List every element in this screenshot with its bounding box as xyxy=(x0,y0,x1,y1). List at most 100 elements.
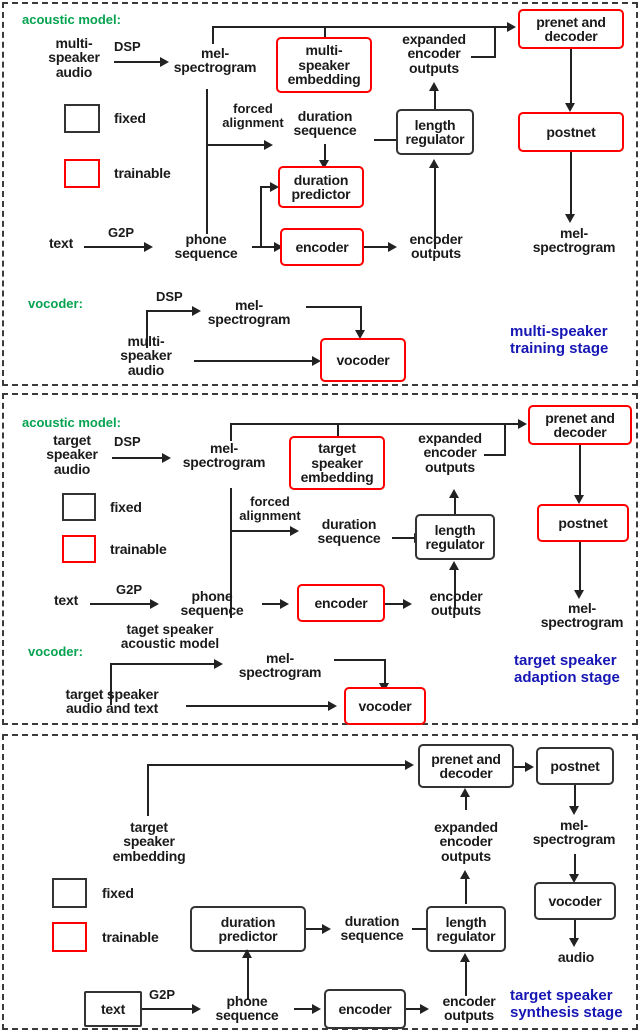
node-line: target speaker xyxy=(65,686,159,702)
legend-swatch-fixed xyxy=(52,878,87,908)
edge-line: acoustic model xyxy=(120,636,220,652)
node-line: predictor xyxy=(291,186,351,202)
node-line: mel- xyxy=(568,600,596,616)
node-output-mel-spectrogram: mel- spectrogram xyxy=(530,601,634,630)
bus-top-to-prenet xyxy=(212,26,509,28)
arrowhead xyxy=(160,57,169,67)
node-line: regulator xyxy=(405,131,465,147)
node-phone-sequence: phone sequence xyxy=(159,232,253,261)
edge-label-g2p: G2P xyxy=(149,987,176,1002)
arrowhead xyxy=(264,140,273,150)
node-line: prenet and xyxy=(536,13,606,30)
edge-label-g2p: G2P xyxy=(108,225,135,240)
node-line: spectrogram xyxy=(532,239,616,256)
node-multi-speaker-embedding[interactable]: multi- speaker embedding xyxy=(276,37,372,93)
node-length-regulator[interactable]: length regulator xyxy=(396,109,474,155)
edge-phone-to-encoder xyxy=(252,246,276,248)
arrowhead xyxy=(192,1004,201,1014)
edge-mel-to-duration-seq xyxy=(206,144,266,146)
edge-phone-to-encoder xyxy=(294,1008,314,1010)
node-target-speaker-embedding[interactable]: target speaker embedding xyxy=(289,436,385,490)
node-line: outputs xyxy=(444,1007,494,1024)
node-multi-speaker-audio: multi- speaker audio xyxy=(24,36,124,80)
stage-label-training: multi-speaker training stage xyxy=(510,323,608,358)
arrowhead xyxy=(420,1004,429,1014)
arrowhead xyxy=(449,489,459,498)
node-expanded-encoder-outputs: expanded encoder outputs xyxy=(400,431,500,475)
node-expanded-encoder-outputs: expanded encoder outputs xyxy=(416,820,516,864)
node-phone-sequence: phone sequence xyxy=(204,994,290,1023)
node-line: spectrogram xyxy=(173,59,257,76)
edge-text-to-phone xyxy=(90,603,152,605)
node-postnet[interactable]: postnet xyxy=(518,112,624,152)
node-line: target xyxy=(53,432,91,448)
legend-label-fixed: fixed xyxy=(110,499,142,515)
arrowhead xyxy=(429,82,439,91)
node-postnet[interactable]: postnet xyxy=(536,747,614,785)
node-length-regulator[interactable]: length regulator xyxy=(426,906,506,952)
node-line: audio xyxy=(53,460,91,477)
arrowhead xyxy=(518,419,527,429)
arrowhead xyxy=(328,701,337,711)
node-vocoder[interactable]: vocoder xyxy=(320,338,406,382)
node-vocoder[interactable]: vocoder xyxy=(534,882,616,920)
legend-label-trainable: trainable xyxy=(110,541,167,557)
edge-line: forced xyxy=(250,494,290,509)
node-line: speaker xyxy=(46,446,98,463)
edge-expanded-up xyxy=(504,423,506,454)
arrowhead xyxy=(312,1004,321,1014)
node-line: length xyxy=(434,521,476,538)
node-encoder[interactable]: encoder xyxy=(297,584,385,622)
node-text: text xyxy=(53,592,79,608)
node-encoder[interactable]: encoder xyxy=(324,989,406,1029)
edge-lengthreg-to-expanded xyxy=(465,876,467,904)
node-line: phone xyxy=(185,231,227,247)
edge-postnet-to-mel xyxy=(579,542,581,590)
node-line: predictor xyxy=(218,928,278,944)
bus-riser-mel xyxy=(212,26,214,44)
node-line: sequence xyxy=(293,122,357,139)
node-duration-predictor[interactable]: duration predictor xyxy=(190,906,306,952)
legend-swatch-trainable xyxy=(52,922,87,952)
legend-label-fixed: fixed xyxy=(114,110,146,126)
node-prenet-and-decoder[interactable]: prenet and decoder xyxy=(418,744,514,788)
edge-audio-to-vocoder xyxy=(194,360,314,362)
node-line: multi- xyxy=(305,42,343,59)
edge-vocoder-to-audio xyxy=(574,920,576,940)
node-target-speaker-audio: target speaker audio xyxy=(26,432,118,477)
node-vocoder[interactable]: vocoder xyxy=(344,687,426,725)
node-encoder[interactable]: encoder xyxy=(280,228,364,266)
edge-label-vocoder-dsp: DSP xyxy=(156,289,183,304)
node-line: sequence xyxy=(180,602,244,619)
node-line: decoder xyxy=(439,765,493,781)
node-line: audio and text xyxy=(65,700,159,717)
node-length-regulator[interactable]: length regulator xyxy=(415,514,495,560)
node-mel-spectrogram: mel- spectrogram xyxy=(172,441,276,470)
legend-label-trainable: trainable xyxy=(114,165,171,181)
arrowhead xyxy=(290,526,299,536)
edge-lengthreg-up xyxy=(434,88,436,109)
edge-encout-to-lengthreg xyxy=(465,960,467,996)
edge-mel-to-vocoder xyxy=(334,659,386,661)
edge-text-to-phone xyxy=(84,246,146,248)
node-line: spectrogram xyxy=(182,454,266,471)
arrowhead xyxy=(449,561,459,570)
arrowhead xyxy=(569,806,579,815)
stage-label-synthesis: target speaker synthesis stage xyxy=(510,987,623,1022)
node-text[interactable]: text xyxy=(84,991,142,1027)
arrowhead xyxy=(144,242,153,252)
node-prenet-and-decoder[interactable]: prenet and decoder xyxy=(518,9,624,49)
node-duration-predictor[interactable]: duration predictor xyxy=(278,166,364,208)
arrowhead xyxy=(507,22,516,32)
edge-prenet-to-postnet xyxy=(570,49,572,103)
node-prenet-and-decoder[interactable]: prenet and decoder xyxy=(528,405,632,445)
node-line: mel- xyxy=(560,817,588,833)
node-postnet[interactable]: postnet xyxy=(537,504,629,542)
edge-audio-to-mel xyxy=(112,457,164,459)
arrowhead xyxy=(460,870,470,879)
edge-postnet-to-mel xyxy=(570,152,572,214)
node-vocoder-mel-spectrogram: mel- spectrogram xyxy=(228,651,332,680)
legend-swatch-trainable xyxy=(64,159,100,188)
node-expanded-encoder-outputs: expanded encoder outputs xyxy=(384,32,484,76)
edge-expanded-up xyxy=(494,26,496,56)
